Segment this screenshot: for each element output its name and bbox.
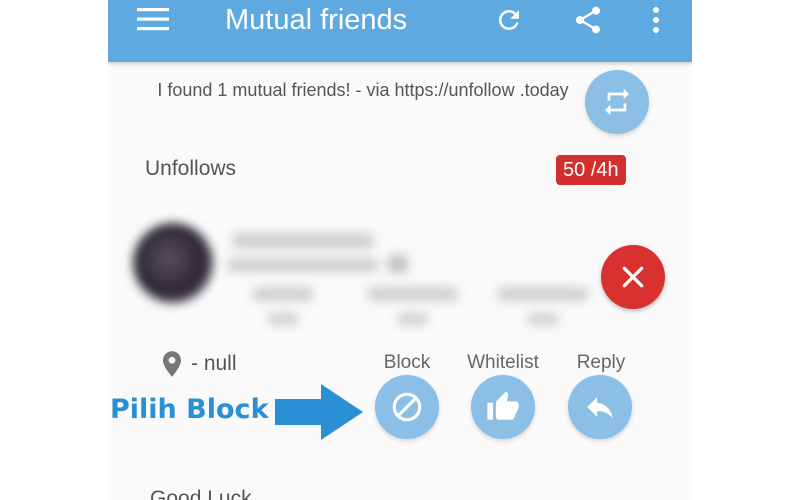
annotation-arrow-icon (275, 384, 363, 440)
page-title: Mutual friends (225, 4, 408, 36)
reply-label: Reply (576, 352, 626, 373)
more-vert-icon[interactable] (644, 3, 668, 37)
share-message: I found 1 mutual friends! - via https://… (157, 80, 569, 100)
share-icon[interactable] (570, 2, 606, 38)
annotation-label: Pilih Block (110, 394, 269, 425)
thumb-up-icon (487, 391, 519, 420)
blurred-profile-card (133, 215, 593, 335)
footer-text: Good Luck (150, 487, 252, 500)
block-button[interactable] (375, 375, 439, 439)
whitelist-button[interactable] (471, 375, 535, 439)
swap-button[interactable] (585, 70, 649, 134)
close-icon (622, 266, 644, 288)
location-pin-icon (163, 351, 181, 377)
swap-icon (605, 88, 629, 116)
app-bar: Mutual friends (108, 0, 692, 62)
unfollows-label: Unfollows (145, 157, 237, 180)
avatar (133, 223, 213, 303)
rate-limit-badge: 50 /4h (556, 155, 626, 185)
refresh-icon[interactable] (492, 3, 526, 37)
location-text: - null (191, 352, 237, 375)
reply-button[interactable] (568, 375, 632, 439)
block-label: Block (383, 352, 431, 373)
whitelist-label: Whitelist (467, 352, 539, 373)
reply-icon (587, 397, 613, 419)
remove-button[interactable] (601, 245, 665, 309)
block-icon (392, 392, 422, 422)
menu-icon[interactable] (136, 4, 170, 34)
location-row: - null (163, 351, 237, 377)
